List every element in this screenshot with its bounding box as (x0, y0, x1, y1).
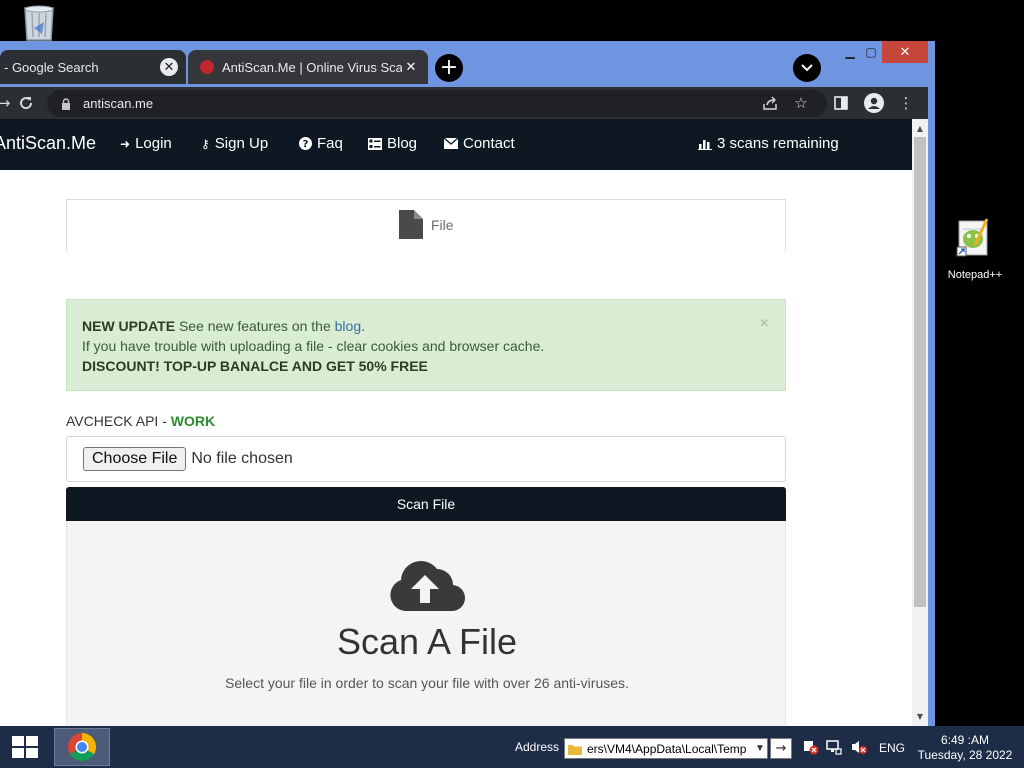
browser-window: - Google Search ✕ AntiScan.Me | Online V… (0, 41, 935, 726)
scan-dropzone[interactable]: Scan A File Select your file in order to… (66, 521, 786, 726)
tab-antiscan[interactable]: AntiScan.Me | Online Virus Scanner ✕ (188, 50, 428, 84)
page-scrollbar[interactable]: ▲ ▼ (912, 119, 928, 726)
notepad-plus-plus-label: Notepad++ (947, 269, 1003, 281)
dropzone-subtitle: Select your file in order to scan your f… (225, 675, 629, 691)
nav-label: Sign Up (214, 135, 269, 152)
alert-new-update: NEW UPDATE (82, 318, 176, 334)
alert-close-icon[interactable]: × (760, 314, 769, 334)
scroll-down-arrow-icon[interactable]: ▼ (912, 709, 928, 723)
nav-label: Login (135, 135, 172, 152)
site-brand[interactable]: AntiScan.Me (0, 133, 96, 154)
tab-google-search[interactable]: - Google Search ✕ (0, 50, 186, 84)
nav-sign-up[interactable]: ⚷ Sign Up (201, 135, 268, 152)
windows-start-icon[interactable] (12, 736, 38, 758)
system-clock[interactable]: 6:49 :AM Tuesday, 28 2022 (915, 733, 1015, 763)
scroll-thumb[interactable] (914, 137, 926, 607)
nav-contact[interactable]: Contact (444, 135, 515, 152)
alert-discount: DISCOUNT! TOP-UP BANALCE AND GET 50% FRE… (82, 358, 428, 374)
folder-icon (568, 744, 582, 755)
network-error-icon[interactable] (802, 739, 820, 755)
nav-label: Faq (317, 135, 343, 152)
scroll-up-arrow-icon[interactable]: ▲ (912, 121, 928, 135)
api-status-label: AVCHECK API - WORK (66, 413, 215, 429)
lock-icon (62, 97, 70, 110)
scans-remaining[interactable]: 3 scans remaining (698, 135, 839, 152)
new-tab-button[interactable]: + (435, 54, 463, 82)
address-toolbar-value: ers\VM4\AppData\Local\Temp (587, 741, 747, 756)
question-icon: ? (299, 137, 312, 150)
update-alert: NEW UPDATE See new features on the blog.… (66, 299, 786, 391)
reload-icon[interactable] (14, 91, 38, 115)
menu-kebab-icon[interactable]: ⋮ (894, 91, 918, 115)
cloud-upload-icon (390, 560, 466, 612)
browser-toolbar: → antiscan.me ☆ ⋮ (0, 87, 928, 119)
tab-search-button[interactable] (793, 54, 821, 82)
tab-title: - Google Search (4, 59, 99, 75)
profile-icon[interactable] (862, 91, 886, 115)
chrome-icon (68, 733, 96, 761)
address-bar[interactable]: antiscan.me (47, 90, 827, 117)
svg-text:?: ? (303, 139, 309, 150)
file-input[interactable]: Choose File No file chosen (66, 436, 786, 482)
blog-icon (368, 137, 382, 150)
address-toolbar-input[interactable]: ers\VM4\AppData\Local\Temp ▼ (564, 738, 768, 759)
envelope-icon (444, 138, 458, 149)
taskbar: Address ers\VM4\AppData\Local\Temp ▼ → E… (0, 726, 1024, 768)
file-icon (399, 210, 423, 239)
scan-file-button[interactable]: Scan File (66, 487, 786, 521)
language-indicator[interactable]: ENG (879, 741, 905, 755)
nav-label: Blog (387, 135, 418, 152)
bookmark-star-icon[interactable]: ☆ (789, 91, 813, 115)
bar-chart-icon (698, 139, 712, 150)
file-tab-card: File (66, 199, 786, 251)
sign-in-icon: ➜ (120, 136, 131, 151)
clock-date: Tuesday, 28 2022 (917, 748, 1013, 762)
chrome-taskbar-button[interactable] (54, 728, 110, 766)
side-panel-icon[interactable] (829, 91, 853, 115)
clock-time: 6:49 :AM (940, 733, 990, 747)
key-icon: ⚷ (201, 136, 210, 151)
dropdown-arrow-icon[interactable]: ▼ (753, 743, 767, 754)
tab-file[interactable]: File (399, 210, 454, 239)
nav-faq[interactable]: ? Faq (299, 135, 343, 152)
file-tab-label: File (431, 216, 454, 233)
close-tab-icon[interactable]: ✕ (402, 58, 420, 76)
go-arrow-icon[interactable]: → (770, 738, 792, 759)
window-close-button[interactable]: ✕ (882, 41, 928, 63)
notepad-plus-plus-icon (956, 218, 989, 257)
tab-title: AntiScan.Me | Online Virus Scanner (222, 59, 402, 75)
address-toolbar-label: Address (515, 740, 560, 754)
volume-muted-icon[interactable] (850, 739, 868, 755)
choose-file-button[interactable]: Choose File (83, 447, 187, 471)
notepad-plus-plus-shortcut[interactable]: Notepad++ (940, 215, 1010, 281)
no-file-text: No file chosen (191, 450, 293, 467)
antiscan-favicon-icon (200, 60, 214, 74)
blog-link[interactable]: blog (335, 318, 361, 334)
maximize-button[interactable]: ▢ (857, 41, 885, 63)
chevron-down-icon (801, 64, 813, 72)
url-text: antiscan.me (83, 96, 154, 111)
page-viewport: AntiScan.Me ➜ Login ⚷ Sign Up ? Faq Blog (0, 119, 912, 726)
network-icon[interactable] (825, 739, 843, 755)
share-icon[interactable] (758, 91, 782, 115)
alert-line-1: NEW UPDATE See new features on the blog. (82, 318, 365, 334)
close-tab-icon[interactable]: ✕ (160, 58, 178, 76)
dropzone-title: Scan A File (336, 621, 518, 662)
alert-line-1-text: See new features on the (178, 318, 331, 334)
site-navbar: AntiScan.Me ➜ Login ⚷ Sign Up ? Faq Blog (0, 119, 912, 170)
alert-line-2: If you have trouble with uploading a fil… (82, 338, 545, 354)
nav-login[interactable]: ➜ Login (120, 135, 172, 152)
tab-strip: - Google Search ✕ AntiScan.Me | Online V… (0, 41, 935, 87)
desktop: Notepad++ - Google Search ✕ AntiScan.Me … (0, 0, 1024, 768)
api-label-text: AVCHECK API - (66, 413, 167, 429)
api-status: WORK (170, 413, 216, 429)
scans-remaining-text: 3 scans remaining (717, 135, 839, 152)
recycle-bin-icon[interactable] (18, 4, 60, 42)
nav-blog[interactable]: Blog (368, 135, 417, 152)
nav-label: Contact (463, 135, 515, 152)
